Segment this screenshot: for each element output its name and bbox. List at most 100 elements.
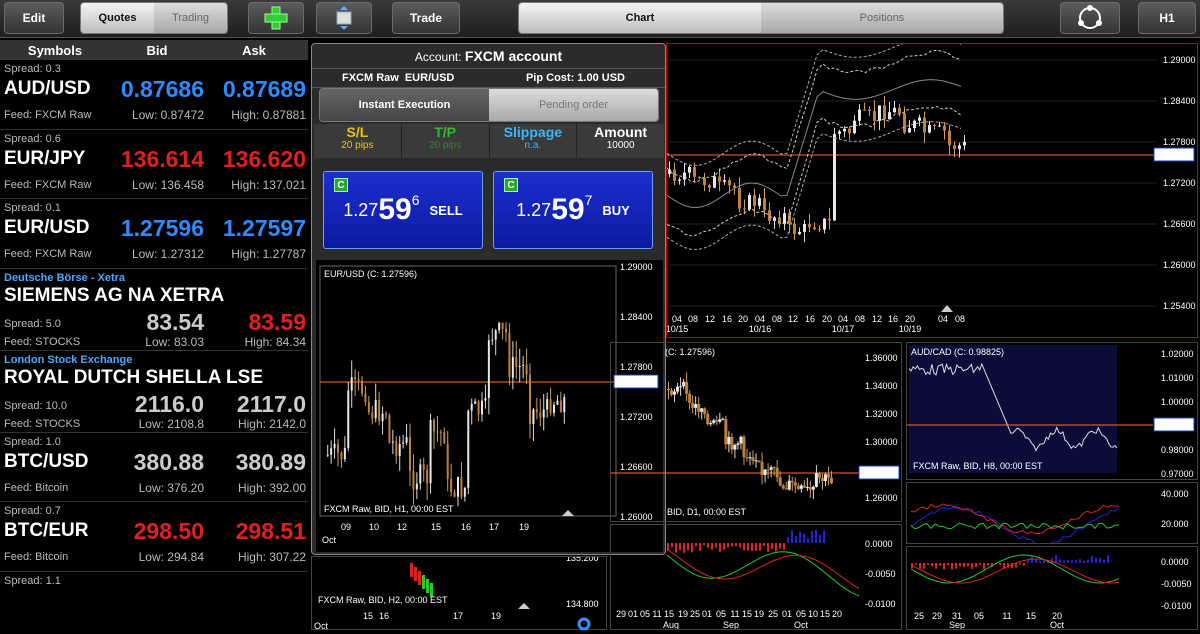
ask-price[interactable]: 2117.0: [206, 391, 306, 418]
histogram-bar: [1103, 559, 1105, 563]
histogram-bar: [751, 543, 753, 552]
watchlist-row[interactable]: Spread: 0.1 EUR/USD 1.27596 1.27597 Feed: FX…: [0, 199, 308, 269]
candle: [723, 180, 726, 182]
tab-trading[interactable]: Trading: [154, 3, 227, 33]
candle: [853, 120, 856, 134]
x-tick-label: 16: [461, 522, 471, 532]
histogram-bar: [711, 543, 713, 550]
x-month-label: Aug: [663, 620, 679, 629]
histogram-bar: [675, 543, 677, 553]
candle: [422, 464, 425, 470]
sell-button[interactable]: C 1.27 59 6 SELL: [323, 171, 483, 249]
eurusd-daily-chart[interactable]: (C: 1.27596) 1.36000 1.34000 1.32000 1.30000…: [610, 342, 902, 522]
trade-button[interactable]: Trade: [392, 2, 460, 34]
bid-price[interactable]: 380.88: [110, 449, 204, 476]
ask-price[interactable]: 1.27597: [206, 215, 306, 242]
candle: [364, 393, 367, 402]
x-tick-label: 19: [754, 609, 764, 619]
bid-price[interactable]: 1.27596: [110, 215, 204, 242]
x-tick-label: 16: [379, 611, 389, 621]
y-tick-label: -0.0050: [1161, 579, 1192, 589]
ask-price[interactable]: 0.87689: [206, 76, 306, 103]
x-tick-label: 05: [974, 611, 984, 621]
sync-button[interactable]: [1060, 2, 1120, 34]
feed-label: Feed: FXCM Raw: [4, 178, 92, 191]
candle: [395, 441, 398, 457]
candle: [682, 381, 686, 387]
instrument-line: FXCM Raw EUR/USD Pip Cost: 1.00 USD: [312, 68, 665, 88]
candle: [556, 400, 559, 405]
col-ask: Ask: [242, 42, 266, 58]
candle: [712, 420, 716, 423]
adx-panel[interactable]: 40.000 20.000: [906, 482, 1198, 546]
stop-loss-field[interactable]: S/L 20 pips: [314, 124, 402, 158]
watchlist-row[interactable]: Spread: 0.7 BTC/EUR 298.50 298.51 Feed: Bitc…: [0, 502, 308, 572]
histogram-bar: [967, 563, 969, 567]
ask-price[interactable]: 83.59: [206, 309, 306, 336]
bid-price[interactable]: 2116.0: [110, 391, 204, 418]
settings-icon[interactable]: [576, 617, 592, 631]
candle: [347, 390, 350, 449]
h2-chart[interactable]: 135.200 134.800 FXCM Raw, BID, H2, 00:00 E…: [311, 553, 607, 631]
exchange-name: London Stock Exchange: [4, 353, 133, 366]
bid-price[interactable]: 83.54: [110, 309, 204, 336]
watchlist-row[interactable]: Spread: 0.6 EUR/JPY 136.614 136.620 Feed: FX…: [0, 130, 308, 199]
x-tick-label: 11: [652, 609, 661, 619]
tab-pending-order[interactable]: Pending order: [489, 89, 658, 121]
macd-panel[interactable]: 0.0000 -0.0050 -0.0100 29 01 05 11 15 19 25 01 05 11…: [610, 524, 902, 630]
symbol-name: EUR/USD: [4, 217, 90, 238]
y-tick-label: 135.200: [566, 557, 599, 563]
watchlist-row[interactable]: Deutsche Börse - Xetra SIEMENS AG NA XETR…: [0, 269, 308, 351]
y-tick-label: 1.34000: [865, 381, 898, 391]
histogram-bar: [679, 543, 681, 551]
tab-instant-execution[interactable]: Instant Execution: [320, 89, 489, 121]
watchlist-row[interactable]: Spread: 0.3 AUD/USD 0.87686 0.87689 Feed: FX…: [0, 60, 308, 130]
layout-button[interactable]: [316, 2, 372, 34]
histogram-bar: [959, 563, 961, 567]
x-tick-label: 15: [431, 522, 441, 532]
spread-label: Spread: 0.1: [4, 202, 61, 214]
histogram-bar: [951, 563, 953, 570]
bid-price[interactable]: 136.614: [110, 146, 204, 173]
main-chart[interactable]: 1.29000 1.28400 1.27800 1.27200 1.26600 1.260…: [666, 37, 1198, 338]
candle: [873, 111, 876, 121]
tab-quotes[interactable]: Quotes: [81, 3, 154, 33]
candle: [477, 401, 480, 415]
audcad-macd-panel[interactable]: 0.0000 -0.0050 -0.0100 25 29 31 05 11 15 20 Sep Oct: [906, 546, 1198, 630]
buy-button[interactable]: C 1.27 59 7 BUY: [493, 171, 653, 249]
take-profit-field[interactable]: T/P 20 pips: [402, 124, 490, 158]
ask-price[interactable]: 298.51: [206, 518, 306, 545]
watchlist-row[interactable]: London Stock Exchange ROYAL DUTCH SHELLA …: [0, 351, 308, 433]
histogram-bar: [1083, 560, 1085, 563]
slippage-field[interactable]: Slippage n.a.: [490, 124, 578, 158]
audcad-chart[interactable]: AUD/CAD (C: 0.98825) 1.02000 1.01000 1.0000…: [906, 342, 1198, 480]
histogram-bar: [707, 543, 709, 548]
histogram-bar: [759, 543, 761, 551]
candle: [708, 185, 711, 188]
candle: [903, 113, 906, 133]
amount-field[interactable]: Amount 10000: [577, 124, 664, 158]
x-tick-label: 10: [369, 522, 379, 532]
sell-label: SELL: [429, 202, 463, 218]
x-month-label: Oct: [1050, 620, 1065, 629]
symbol-name: BTC/USD: [4, 450, 89, 472]
candle: [529, 374, 531, 424]
add-button[interactable]: [248, 2, 304, 34]
candle: [673, 391, 677, 395]
tab-positions[interactable]: Positions: [761, 3, 1003, 33]
feed-label: Feed: Bitcoin: [4, 481, 69, 494]
tab-chart[interactable]: Chart: [519, 3, 761, 33]
ask-price[interactable]: 380.89: [206, 449, 306, 476]
bid-price[interactable]: 0.87686: [110, 76, 204, 103]
y-tick-label: 1.36000: [865, 353, 898, 363]
timeframe-button[interactable]: H1: [1138, 2, 1196, 34]
watchlist-row[interactable]: Spread: 1.0 BTC/USD 380.88 380.89 Feed: Bitc…: [0, 433, 308, 502]
ask-price[interactable]: 136.620: [206, 146, 306, 173]
histogram-bar: [811, 531, 813, 543]
watchlist-row[interactable]: Spread: 1.1: [0, 572, 308, 602]
y-tick-label: 1.26000: [865, 493, 898, 503]
bid-price[interactable]: 298.50: [110, 518, 204, 545]
edit-button[interactable]: Edit: [4, 2, 64, 34]
candle: [863, 109, 866, 111]
exchange-name: Deutsche Börse - Xetra: [4, 271, 126, 284]
